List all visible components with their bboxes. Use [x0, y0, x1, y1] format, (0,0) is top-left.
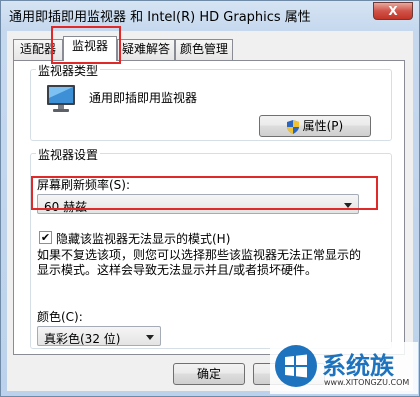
monitor-type-group: 监视器类型 通用即插即用监视器 属性(P): [30, 62, 392, 141]
refresh-rate-value: 60 赫兹: [44, 200, 88, 214]
uac-shield-icon: [286, 119, 299, 134]
properties-button[interactable]: 属性(P): [259, 115, 371, 137]
windows-logo-icon: [274, 344, 318, 388]
tab-monitor[interactable]: 监视器: [63, 36, 117, 61]
monitor-settings-title: 监视器设置: [36, 146, 101, 163]
monitor-icon: [45, 84, 79, 114]
monitor-type-title: 监视器类型: [36, 62, 101, 79]
close-button[interactable]: X: [373, 2, 413, 20]
color-label: 颜色(C):: [37, 310, 83, 324]
tab-adapter[interactable]: 适配器: [13, 39, 63, 60]
tab-troubleshoot[interactable]: 疑难解答: [117, 39, 175, 60]
chevron-down-icon: [146, 335, 154, 340]
color-depth-value: 真彩色(32 位): [44, 332, 121, 346]
monitor-settings-group: 监视器设置 屏幕刷新频率(S): 60 赫兹 ✔ 隐藏该监视器无法显示的模式(H…: [30, 146, 392, 349]
watermark-brand: 系统族: [322, 352, 394, 380]
chevron-down-icon: [344, 203, 352, 208]
refresh-rate-select[interactable]: 60 赫兹: [37, 194, 359, 214]
dialog-client: 适配器 监视器 疑难解答 颜色管理 监视器类型 通用即插即用监视器 属性(P) …: [7, 31, 413, 391]
tab-color-management[interactable]: 颜色管理: [175, 39, 233, 60]
properties-button-label: 属性(P): [302, 119, 344, 133]
ok-button[interactable]: 确定: [173, 363, 245, 385]
properties-window: 通用即插即用监视器 和 Intel(R) HD Graphics 属性 X 适配…: [0, 0, 420, 397]
hide-modes-checkbox[interactable]: ✔: [39, 231, 52, 244]
window-title: 通用即插即用监视器 和 Intel(R) HD Graphics 属性: [9, 10, 311, 25]
hide-modes-desc-2: 显示模式。这样会导致无法显示并且/或者损坏硬件。: [37, 263, 318, 277]
hide-modes-label[interactable]: 隐藏该监视器无法显示的模式(H): [56, 230, 230, 247]
watermark-url: www.XITONGZU.COM: [324, 378, 410, 387]
color-depth-select[interactable]: 真彩色(32 位): [37, 326, 161, 346]
tab-page-monitor: 监视器类型 通用即插即用监视器 属性(P) 监视器设置 屏幕刷新频率(S): 6…: [13, 60, 405, 355]
monitor-name: 通用即插即用监视器: [89, 91, 198, 105]
watermark-logo: 系统族 www.XITONGZU.COM: [270, 342, 418, 394]
refresh-rate-label: 屏幕刷新频率(S):: [37, 178, 131, 192]
